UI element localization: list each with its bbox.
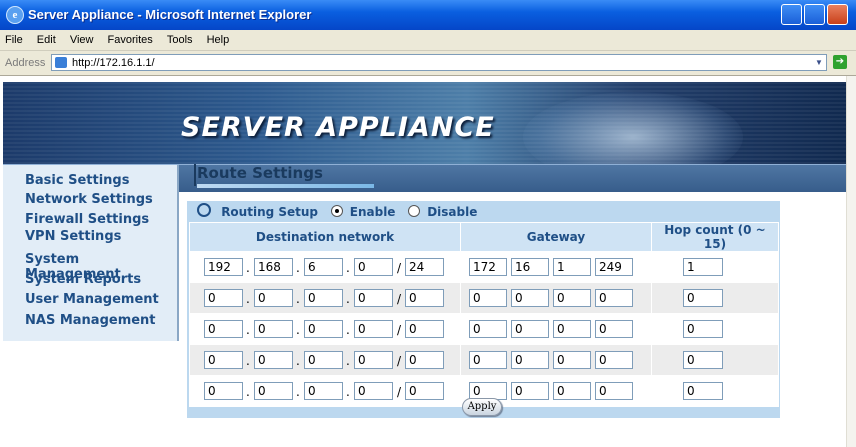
gateway-octet-1[interactable]: 0 — [469, 351, 507, 369]
gateway-octet-3[interactable]: 1 — [553, 258, 591, 276]
route-settings-panel: Routing Setup Enable Disable Destination… — [187, 201, 780, 418]
menu-help[interactable]: Help — [207, 34, 230, 46]
go-arrow-icon[interactable]: ➔ — [833, 55, 847, 69]
dest-octet-2[interactable]: 0 — [254, 320, 293, 338]
routing-setup-label: Routing Setup — [221, 205, 319, 219]
disable-radio[interactable] — [408, 205, 420, 217]
dest-prefix[interactable]: 0 — [405, 289, 444, 307]
heading-underline — [197, 184, 374, 188]
menu-file[interactable]: File — [5, 34, 23, 46]
dest-prefix[interactable]: 24 — [405, 258, 444, 276]
table-row: 192. 168. 6. 0/ 24 172 16 1 249 1 — [189, 251, 779, 283]
page-viewport: SERVER APPLIANCE Basic Settings Network … — [0, 76, 846, 447]
disable-label[interactable]: Disable — [427, 205, 477, 219]
bullet-icon — [197, 203, 211, 217]
address-bar: Address http://172.16.1.1/ ▼ ➔ Go — [0, 51, 856, 76]
sidebar-item-firewall-settings[interactable]: Firewall Settings — [25, 212, 149, 227]
gateway-header: Gateway — [460, 222, 652, 252]
menu-tools[interactable]: Tools — [167, 34, 193, 46]
dest-octet-2[interactable]: 0 — [254, 351, 293, 369]
dest-octet-4[interactable]: 0 — [354, 289, 393, 307]
dest-octet-4[interactable]: 0 — [354, 258, 393, 276]
gateway-octet-3[interactable]: 0 — [553, 320, 591, 338]
minimize-button[interactable] — [781, 4, 802, 25]
dest-octet-4[interactable]: 0 — [354, 351, 393, 369]
gateway-octet-2[interactable]: 16 — [511, 258, 549, 276]
routing-setup-row: Routing Setup Enable Disable — [197, 203, 477, 219]
heading-accent — [194, 164, 196, 186]
gateway-octet-1[interactable]: 172 — [469, 258, 507, 276]
gateway-octet-4[interactable]: 0 — [595, 289, 633, 307]
gateway-octet-4[interactable]: 0 — [595, 320, 633, 338]
dest-octet-2[interactable]: 0 — [254, 289, 293, 307]
dest-octet-3[interactable]: 6 — [304, 258, 343, 276]
sidebar-item-network-settings[interactable]: Network Settings — [25, 192, 153, 207]
gateway-octet-2[interactable]: 0 — [511, 320, 549, 338]
page-heading: Route Settings — [194, 164, 374, 188]
apply-row: Apply — [187, 396, 780, 418]
dest-octet-1[interactable]: 192 — [204, 258, 243, 276]
dest-octet-1[interactable]: 0 — [204, 289, 243, 307]
address-label: Address — [5, 57, 46, 69]
table-row: 0. 0. 0. 0/ 0 0 0 0 0 0 — [189, 282, 779, 314]
dest-octet-1[interactable]: 0 — [204, 351, 243, 369]
page-icon — [55, 57, 67, 68]
hop-count-field[interactable]: 0 — [683, 320, 723, 338]
gateway-octet-3[interactable]: 0 — [553, 351, 591, 369]
title-bar: e Server Appliance - Microsoft Internet … — [0, 0, 856, 30]
sidebar-item-user-management[interactable]: User Management — [25, 292, 159, 307]
hop-count-field[interactable]: 0 — [683, 351, 723, 369]
menu-view[interactable]: View — [70, 34, 94, 46]
table-row: 0. 0. 0. 0/ 0 0 0 0 0 0 — [189, 344, 779, 376]
dest-octet-4[interactable]: 0 — [354, 320, 393, 338]
dest-prefix[interactable]: 0 — [405, 320, 444, 338]
sidebar: Basic Settings Network Settings Firewall… — [3, 165, 179, 341]
banner-title: SERVER APPLIANCE — [181, 112, 495, 143]
apply-button[interactable]: Apply — [462, 398, 502, 416]
gateway-octet-3[interactable]: 0 — [553, 289, 591, 307]
page-title: Route Settings — [197, 164, 323, 182]
enable-radio[interactable] — [330, 205, 343, 217]
window-title: Server Appliance - Microsoft Internet Ex… — [28, 7, 312, 22]
hop-count-field[interactable]: 1 — [683, 258, 723, 276]
gateway-octet-2[interactable]: 0 — [511, 351, 549, 369]
vertical-scrollbar[interactable] — [846, 76, 856, 447]
gateway-octet-1[interactable]: 0 — [469, 320, 507, 338]
hop-count-field[interactable]: 0 — [683, 289, 723, 307]
menu-edit[interactable]: Edit — [37, 34, 56, 46]
enable-label[interactable]: Enable — [350, 205, 396, 219]
gateway-octet-4[interactable]: 0 — [595, 351, 633, 369]
gateway-octet-2[interactable]: 0 — [511, 289, 549, 307]
dest-octet-3[interactable]: 0 — [304, 289, 343, 307]
dest-octet-3[interactable]: 0 — [304, 320, 343, 338]
sidebar-item-basic-settings[interactable]: Basic Settings — [25, 173, 129, 188]
chevron-down-icon[interactable]: ▼ — [812, 56, 826, 70]
gateway-octet-1[interactable]: 0 — [469, 289, 507, 307]
sidebar-item-system-reports[interactable]: System Reports — [25, 272, 141, 287]
sidebar-item-nas-management[interactable]: NAS Management — [25, 313, 156, 328]
gateway-octet-4[interactable]: 249 — [595, 258, 633, 276]
dest-octet-2[interactable]: 168 — [254, 258, 293, 276]
ie-logo-icon: e — [6, 6, 24, 24]
route-table: Destination network Gateway Hop count (0… — [189, 222, 779, 407]
menu-favorites[interactable]: Favorites — [108, 34, 153, 46]
address-input[interactable]: http://172.16.1.1/ — [51, 54, 827, 71]
sidebar-item-vpn-settings[interactable]: VPN Settings — [25, 229, 121, 244]
dest-octet-3[interactable]: 0 — [304, 351, 343, 369]
close-button[interactable] — [827, 4, 848, 25]
maximize-button[interactable] — [804, 4, 825, 25]
address-url: http://172.16.1.1/ — [72, 57, 155, 69]
table-row: 0. 0. 0. 0/ 0 0 0 0 0 0 — [189, 313, 779, 345]
hop-count-header: Hop count (0 ~ 15) — [651, 222, 779, 252]
dest-prefix[interactable]: 0 — [405, 351, 444, 369]
destination-network-header: Destination network — [189, 222, 461, 252]
dest-octet-1[interactable]: 0 — [204, 320, 243, 338]
menu-bar: File Edit View Favorites Tools Help — [0, 30, 856, 51]
